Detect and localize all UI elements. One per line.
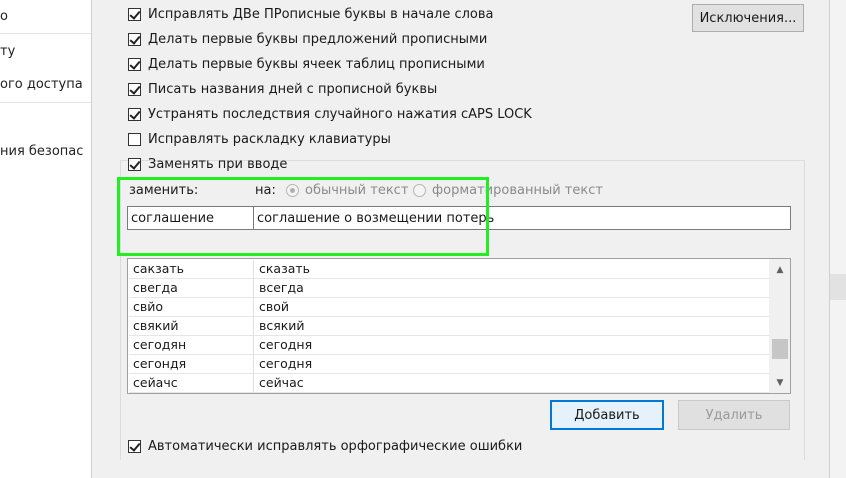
replace-cell: сегодян <box>133 337 187 352</box>
checkbox[interactable] <box>128 157 141 171</box>
column-separator <box>253 260 254 279</box>
checkbox[interactable] <box>128 32 141 46</box>
autocorrect-list[interactable]: сакзать сказать свегда всегда свйо свой свякий… <box>127 258 791 394</box>
with-cell: сегодня <box>259 356 313 371</box>
scroll-thumb[interactable] <box>772 339 788 359</box>
checkbox[interactable] <box>128 132 141 146</box>
option-capitalize-table-cells[interactable]: Делать первые буквы ячеек таблиц прописн… <box>128 54 485 74</box>
background-item: о <box>0 9 8 24</box>
option-label: Исправлять ДВе ПРописные буквы в начале … <box>148 6 494 22</box>
option-keyboard-layout[interactable]: Исправлять раскладку клавиатуры <box>128 129 391 149</box>
checkbox[interactable] <box>128 107 141 121</box>
option-label: Исправлять раскладку клавиатуры <box>148 131 391 147</box>
column-separator <box>253 374 254 393</box>
list-item[interactable]: сегодян сегодня <box>129 336 771 355</box>
with-cell: всегда <box>259 280 304 295</box>
option-two-initial-caps[interactable]: Исправлять ДВе ПРописные буквы в начале … <box>128 4 494 24</box>
background-item: ту <box>0 44 16 59</box>
replace-cell: сегондя <box>133 356 187 371</box>
highlight-box <box>117 177 489 256</box>
option-label: Устранять последствия случайного нажатия… <box>148 106 532 122</box>
divider <box>0 33 91 34</box>
add-button[interactable]: Добавить <box>550 400 664 430</box>
background-band <box>830 274 846 300</box>
list-scrollbar[interactable] <box>769 259 790 393</box>
option-label: Писать названия дней с прописной буквы <box>148 81 438 97</box>
option-replace-as-you-type[interactable]: Заменять при вводе <box>128 154 287 174</box>
list-item[interactable]: свйо свой <box>129 298 771 317</box>
list-item[interactable]: свегда всегда <box>129 279 771 298</box>
with-cell: всякий <box>259 318 305 333</box>
replace-cell: сейачс <box>133 375 178 390</box>
list-item[interactable]: сакзать сказать <box>129 260 771 279</box>
replace-cell: свйо <box>133 299 164 314</box>
checkbox[interactable] <box>128 7 141 21</box>
option-spelling[interactable]: Автоматически исправлять орфографические… <box>128 436 522 456</box>
option-label: Делать первые буквы ячеек таблиц прописн… <box>148 56 485 72</box>
exceptions-button[interactable]: Исключения... <box>692 4 804 32</box>
with-cell: сегодня <box>259 337 313 352</box>
replace-cell: свякий <box>133 318 179 333</box>
with-cell: сейчас <box>259 375 304 390</box>
replace-cell: свегда <box>133 280 178 295</box>
scroll-up-icon[interactable]: ▲ <box>772 262 788 278</box>
option-capitalize-day-names[interactable]: Писать названия дней с прописной буквы <box>128 79 437 99</box>
column-separator <box>253 355 254 374</box>
column-separator <box>253 298 254 317</box>
list-item[interactable]: свякий всякий <box>129 317 771 336</box>
delete-button[interactable]: Удалить <box>678 400 790 430</box>
with-cell: сказать <box>259 261 311 276</box>
option-label: Заменять при вводе <box>148 156 288 172</box>
column-separator <box>253 279 254 298</box>
column-separator <box>253 317 254 336</box>
list-item[interactable]: сегондя сегодня <box>129 355 771 374</box>
checkbox[interactable] <box>128 82 141 96</box>
background-item: ния безопас <box>0 144 84 159</box>
background-app-pane: о ту ого доступа ния безопас <box>0 0 91 478</box>
option-capitalize-sentences[interactable]: Делать первые буквы предложений прописны… <box>128 29 487 49</box>
checkbox[interactable] <box>128 439 141 453</box>
background-item: ого доступа <box>0 77 83 92</box>
replace-cell: сакзать <box>133 261 185 276</box>
with-cell: свой <box>259 299 290 314</box>
background-right-pane <box>830 0 846 478</box>
list-item[interactable]: сейачс сейчас <box>129 374 771 393</box>
checkbox[interactable] <box>128 57 141 71</box>
option-label: Делать первые буквы предложений прописны… <box>148 31 488 47</box>
column-separator <box>253 336 254 355</box>
option-label: Автоматически исправлять орфографические… <box>148 438 523 454</box>
option-caps-lock[interactable]: Устранять последствия случайного нажатия… <box>128 104 532 124</box>
scroll-down-icon[interactable]: ▼ <box>772 375 788 391</box>
divider <box>0 102 91 103</box>
